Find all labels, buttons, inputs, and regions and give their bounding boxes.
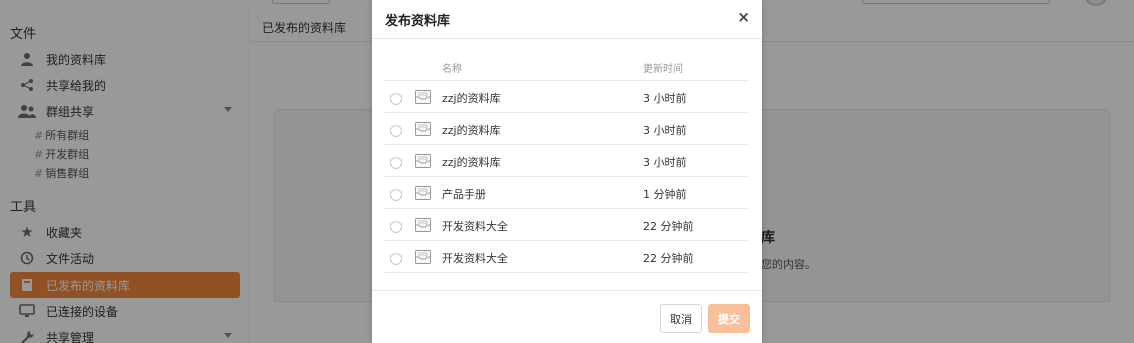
publish-library-dialog: 发布资料库 × 名称 更新时间 zzj的资料库 3 小时前 zzj的资料库 3 … bbox=[372, 0, 762, 343]
library-icon bbox=[415, 250, 431, 264]
dialog-footer: 取消 提交 bbox=[372, 290, 762, 343]
row-time: 22 分钟前 bbox=[643, 220, 694, 233]
row-radio[interactable] bbox=[390, 221, 402, 233]
row-name: zzj的资料库 bbox=[442, 92, 501, 105]
close-icon[interactable]: × bbox=[737, 8, 750, 26]
column-header-updated: 更新时间 bbox=[643, 64, 683, 75]
column-header-name: 名称 bbox=[442, 64, 462, 75]
row-radio[interactable] bbox=[390, 157, 402, 169]
library-icon bbox=[415, 90, 431, 104]
library-icon bbox=[415, 122, 431, 136]
cancel-button[interactable]: 取消 bbox=[660, 304, 702, 333]
table-header: 名称 更新时间 bbox=[384, 50, 749, 81]
table-row[interactable]: zzj的资料库 3 小时前 bbox=[384, 81, 749, 113]
row-name: 开发资料大全 bbox=[442, 220, 508, 233]
table-row[interactable]: zzj的资料库 3 小时前 bbox=[384, 145, 749, 177]
row-radio[interactable] bbox=[390, 93, 402, 105]
row-time: 3 小时前 bbox=[643, 92, 687, 105]
row-time: 1 分钟前 bbox=[643, 188, 687, 201]
row-time: 22 分钟前 bbox=[643, 252, 694, 265]
table-row[interactable]: 产品手册 1 分钟前 bbox=[384, 177, 749, 209]
table-row[interactable]: 开发资料大全 22 分钟前 bbox=[384, 209, 749, 241]
row-time: 3 小时前 bbox=[643, 156, 687, 169]
row-name: 产品手册 bbox=[442, 188, 486, 201]
dialog-title: 发布资料库 bbox=[385, 14, 451, 29]
row-name: zzj的资料库 bbox=[442, 124, 501, 137]
table-row[interactable]: zzj的资料库 3 小时前 bbox=[384, 113, 749, 145]
submit-button[interactable]: 提交 bbox=[708, 304, 750, 333]
library-table: 名称 更新时间 zzj的资料库 3 小时前 zzj的资料库 3 小时前 zzj的… bbox=[384, 50, 749, 273]
row-time: 3 小时前 bbox=[643, 124, 687, 137]
table-row[interactable]: 开发资料大全 22 分钟前 bbox=[384, 241, 749, 273]
row-radio[interactable] bbox=[390, 189, 402, 201]
library-icon bbox=[415, 154, 431, 168]
row-radio[interactable] bbox=[390, 253, 402, 265]
row-name: zzj的资料库 bbox=[442, 156, 501, 169]
library-icon bbox=[415, 218, 431, 232]
row-radio[interactable] bbox=[390, 125, 402, 137]
dialog-header: 发布资料库 × bbox=[372, 0, 762, 39]
library-icon bbox=[415, 186, 431, 200]
row-name: 开发资料大全 bbox=[442, 252, 508, 265]
